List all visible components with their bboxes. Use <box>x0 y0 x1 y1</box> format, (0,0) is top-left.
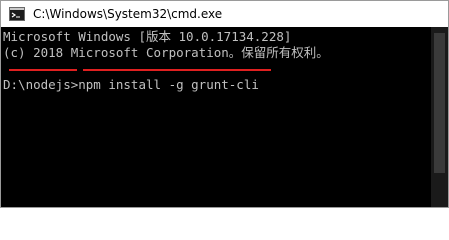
red-underline-command-annotation <box>83 69 271 71</box>
scrollbar-thumb[interactable] <box>434 33 445 173</box>
console-line: (c) 2018 Microsoft Corporation。保留所有权利。 <box>3 45 329 60</box>
cmd-window: C:\Windows\System32\cmd.exe Microsoft Wi… <box>0 0 449 208</box>
cmd-icon <box>9 7 25 21</box>
console-output[interactable]: Microsoft Windows [版本 10.0.17134.228] (c… <box>1 27 448 207</box>
console-line: Microsoft Windows [版本 10.0.17134.228] <box>3 29 292 44</box>
window-title: C:\Windows\System32\cmd.exe <box>33 7 223 21</box>
title-bar[interactable]: C:\Windows\System32\cmd.exe <box>1 1 448 27</box>
red-underline-path-annotation <box>9 69 77 71</box>
console-prompt-line[interactable]: D:\nodejs>npm install -g grunt-cli <box>3 77 259 93</box>
vertical-scrollbar[interactable] <box>431 27 448 207</box>
